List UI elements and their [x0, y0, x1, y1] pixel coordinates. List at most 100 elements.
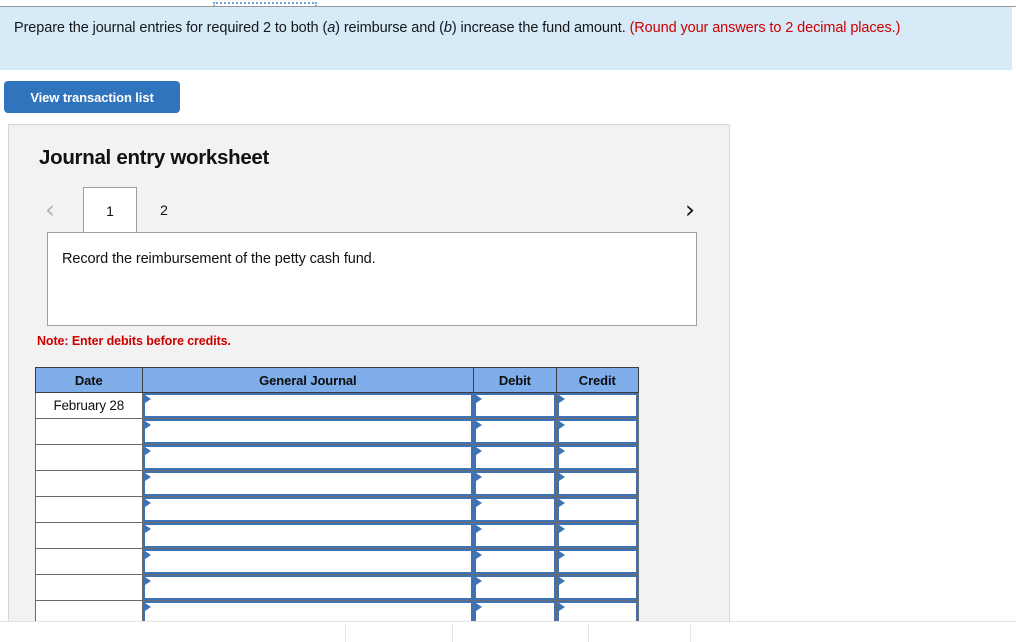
debit-input-cell [473, 444, 557, 471]
credit-input-cell [555, 496, 640, 523]
credit-input[interactable] [556, 523, 638, 548]
general-journal-input[interactable] [142, 575, 474, 600]
general-journal-input[interactable] [142, 497, 474, 522]
debits-before-credits-note: Note: Enter debits before credits. [37, 334, 231, 348]
credit-input-cell [555, 444, 640, 471]
credit-input[interactable] [556, 497, 638, 522]
footer-divider [345, 624, 346, 642]
instruction-italic-b: b [443, 20, 452, 36]
bottom-footer-strip [0, 621, 1016, 642]
dropdown-corner-arrow-icon [144, 421, 151, 429]
debit-input-cell [473, 470, 557, 497]
general-journal-input[interactable] [142, 471, 474, 496]
instruction-text-part-1: Prepare the journal entries for required… [14, 20, 328, 36]
column-header-date: Date [35, 367, 143, 393]
table-header-row: Date General Journal Debit Credit [35, 367, 640, 393]
general-journal-input[interactable] [142, 549, 474, 574]
credit-input-cell [555, 574, 640, 601]
dropdown-corner-arrow-icon [476, 421, 483, 429]
journal-date-cell: February 28 [35, 392, 143, 419]
tab-entry-1[interactable]: 1 [83, 187, 137, 233]
debit-input[interactable] [474, 445, 556, 470]
general-journal-input[interactable] [142, 445, 474, 470]
top-cutoff-strip [0, 0, 1016, 7]
dropdown-corner-arrow-icon [558, 499, 565, 507]
debit-input[interactable] [474, 471, 556, 496]
debit-input[interactable] [474, 393, 556, 418]
debit-input[interactable] [474, 575, 556, 600]
table-row [35, 418, 640, 445]
dropdown-corner-arrow-icon [476, 499, 483, 507]
column-header-debit: Debit [473, 367, 557, 393]
dropdown-corner-arrow-icon [144, 603, 151, 611]
credit-input[interactable] [556, 445, 638, 470]
credit-input[interactable] [556, 471, 638, 496]
journal-entry-table: Date General Journal Debit Credit Februa… [35, 367, 640, 623]
entry-description-box: Record the reimbursement of the petty ca… [47, 232, 697, 326]
dropdown-corner-arrow-icon [476, 525, 483, 533]
debit-input[interactable] [474, 523, 556, 548]
table-row [35, 470, 640, 497]
table-row [35, 496, 640, 523]
general-journal-input-cell [141, 496, 475, 523]
journal-date-cell [35, 470, 143, 497]
debit-input-cell [473, 418, 557, 445]
tab-entry-2[interactable]: 2 [137, 187, 191, 233]
table-row [35, 548, 640, 575]
dropdown-corner-arrow-icon [476, 395, 483, 403]
view-transaction-list-button[interactable]: View transaction list [4, 81, 180, 113]
dropdown-corner-arrow-icon [144, 473, 151, 481]
page-title: Journal entry worksheet [39, 146, 270, 169]
journal-entry-worksheet-panel: Journal entry worksheet ‹ 1 2 › Record t… [8, 124, 730, 624]
dropdown-corner-arrow-icon [558, 421, 565, 429]
instruction-text: Prepare the journal entries for required… [14, 19, 998, 38]
instruction-text-part-2: ) reimburse and ( [335, 20, 444, 36]
debit-input-cell [473, 392, 557, 419]
credit-input-cell [555, 470, 640, 497]
table-row [35, 574, 640, 601]
general-journal-input-cell [141, 522, 475, 549]
journal-date-cell [35, 496, 143, 523]
dropdown-corner-arrow-icon [144, 525, 151, 533]
general-journal-input-cell [141, 548, 475, 575]
footer-divider [690, 624, 691, 642]
previous-entry-chevron-icon[interactable]: ‹ [37, 193, 63, 227]
debit-input[interactable] [474, 419, 556, 444]
journal-date-cell [35, 418, 143, 445]
dropdown-corner-arrow-icon [558, 551, 565, 559]
footer-divider [588, 624, 589, 642]
debit-input-cell [473, 574, 557, 601]
credit-input[interactable] [556, 549, 638, 574]
credit-input-cell [555, 392, 640, 419]
dropdown-corner-arrow-icon [144, 499, 151, 507]
debit-input-cell [473, 496, 557, 523]
debit-input[interactable] [474, 497, 556, 522]
dropdown-corner-arrow-icon [558, 603, 565, 611]
dropdown-corner-arrow-icon [476, 551, 483, 559]
credit-input[interactable] [556, 575, 638, 600]
table-row [35, 444, 640, 471]
dropdown-corner-arrow-icon [476, 577, 483, 585]
credit-input[interactable] [556, 419, 638, 444]
column-header-credit: Credit [555, 367, 640, 393]
general-journal-input[interactable] [142, 393, 474, 418]
footer-divider [452, 624, 453, 642]
general-journal-input-cell [141, 392, 475, 419]
column-header-general-journal: General Journal [141, 367, 475, 393]
instruction-text-part-3: ) increase the fund amount. [451, 20, 630, 36]
next-entry-chevron-icon[interactable]: › [677, 193, 703, 227]
general-journal-input[interactable] [142, 419, 474, 444]
dropdown-corner-arrow-icon [558, 447, 565, 455]
dropdown-corner-arrow-icon [558, 395, 565, 403]
general-journal-input[interactable] [142, 523, 474, 548]
dropdown-corner-arrow-icon [144, 577, 151, 585]
credit-input[interactable] [556, 393, 638, 418]
journal-date-cell [35, 548, 143, 575]
dropdown-corner-arrow-icon [558, 473, 565, 481]
dropdown-corner-arrow-icon [476, 473, 483, 481]
journal-date-cell [35, 522, 143, 549]
dropdown-corner-arrow-icon [144, 551, 151, 559]
entry-description-text: Record the reimbursement of the petty ca… [62, 251, 376, 267]
debit-input[interactable] [474, 549, 556, 574]
table-row [35, 522, 640, 549]
